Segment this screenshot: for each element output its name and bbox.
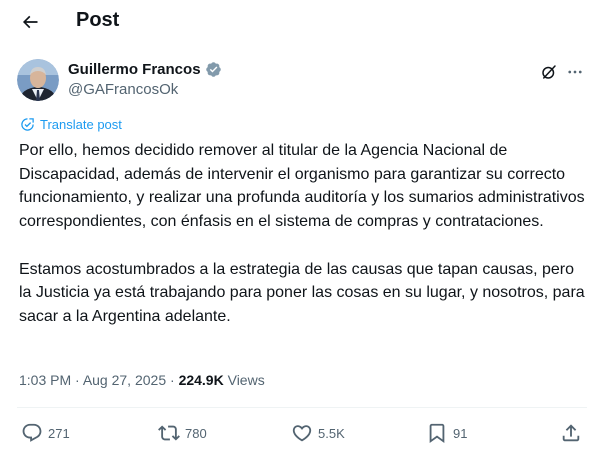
gray-verified-icon [205, 62, 221, 77]
author-name-row[interactable]: Guillermo Francos [68, 61, 222, 78]
share-icon [562, 424, 580, 442]
grok-button[interactable] [538, 61, 560, 83]
views-count: 224.9K [178, 372, 224, 388]
back-button[interactable] [14, 6, 46, 38]
more-horizontal-icon [568, 70, 582, 74]
bookmark-button[interactable]: 91 [426, 421, 467, 445]
author-handle[interactable]: @GAFrancosOk [68, 81, 178, 98]
bookmark-count: 91 [453, 425, 468, 441]
post-time[interactable]: 1:03 PM [19, 372, 71, 388]
post-paragraph: Estamos acostumbrados a la estrategia de… [19, 260, 585, 325]
author-name[interactable]: Guillermo Francos [68, 61, 201, 78]
like-count: 5.5K [318, 425, 345, 441]
repost-button[interactable]: 780 [158, 421, 207, 445]
grok-icon [542, 65, 556, 79]
post-paragraph: Por ello, hemos decidido remover al titu… [19, 142, 585, 231]
more-options-button[interactable] [562, 61, 588, 83]
translate-label[interactable]: Translate post [40, 117, 122, 132]
repost-count: 780 [185, 425, 207, 441]
meta-separator: · [71, 372, 83, 388]
meta-separator: · [166, 372, 179, 388]
reply-button[interactable]: 271 [21, 421, 70, 445]
arrow-left-icon [22, 15, 38, 29]
avatar[interactable] [17, 59, 59, 101]
translate-icon [21, 118, 34, 131]
like-button[interactable]: 5.5K [291, 421, 345, 445]
divider [17, 407, 587, 408]
bookmark-icon [429, 423, 445, 444]
page-title: Post [76, 9, 120, 31]
avatar-photo [17, 59, 59, 101]
post-meta: 1:03 PM · Aug 27, 2025 · 224.9K Views [19, 372, 265, 388]
share-button[interactable] [560, 421, 582, 445]
header-bar: Post [0, 0, 604, 44]
reply-count: 271 [48, 425, 70, 441]
translate-post-link[interactable]: Translate post [20, 117, 122, 132]
post-body: Por ello, hemos decidido remover al titu… [19, 139, 589, 352]
reply-icon [22, 423, 42, 442]
heart-icon [292, 425, 312, 442]
repost-icon [158, 425, 180, 441]
views-label: Views [223, 372, 265, 388]
post-date[interactable]: Aug 27, 2025 [83, 372, 166, 388]
